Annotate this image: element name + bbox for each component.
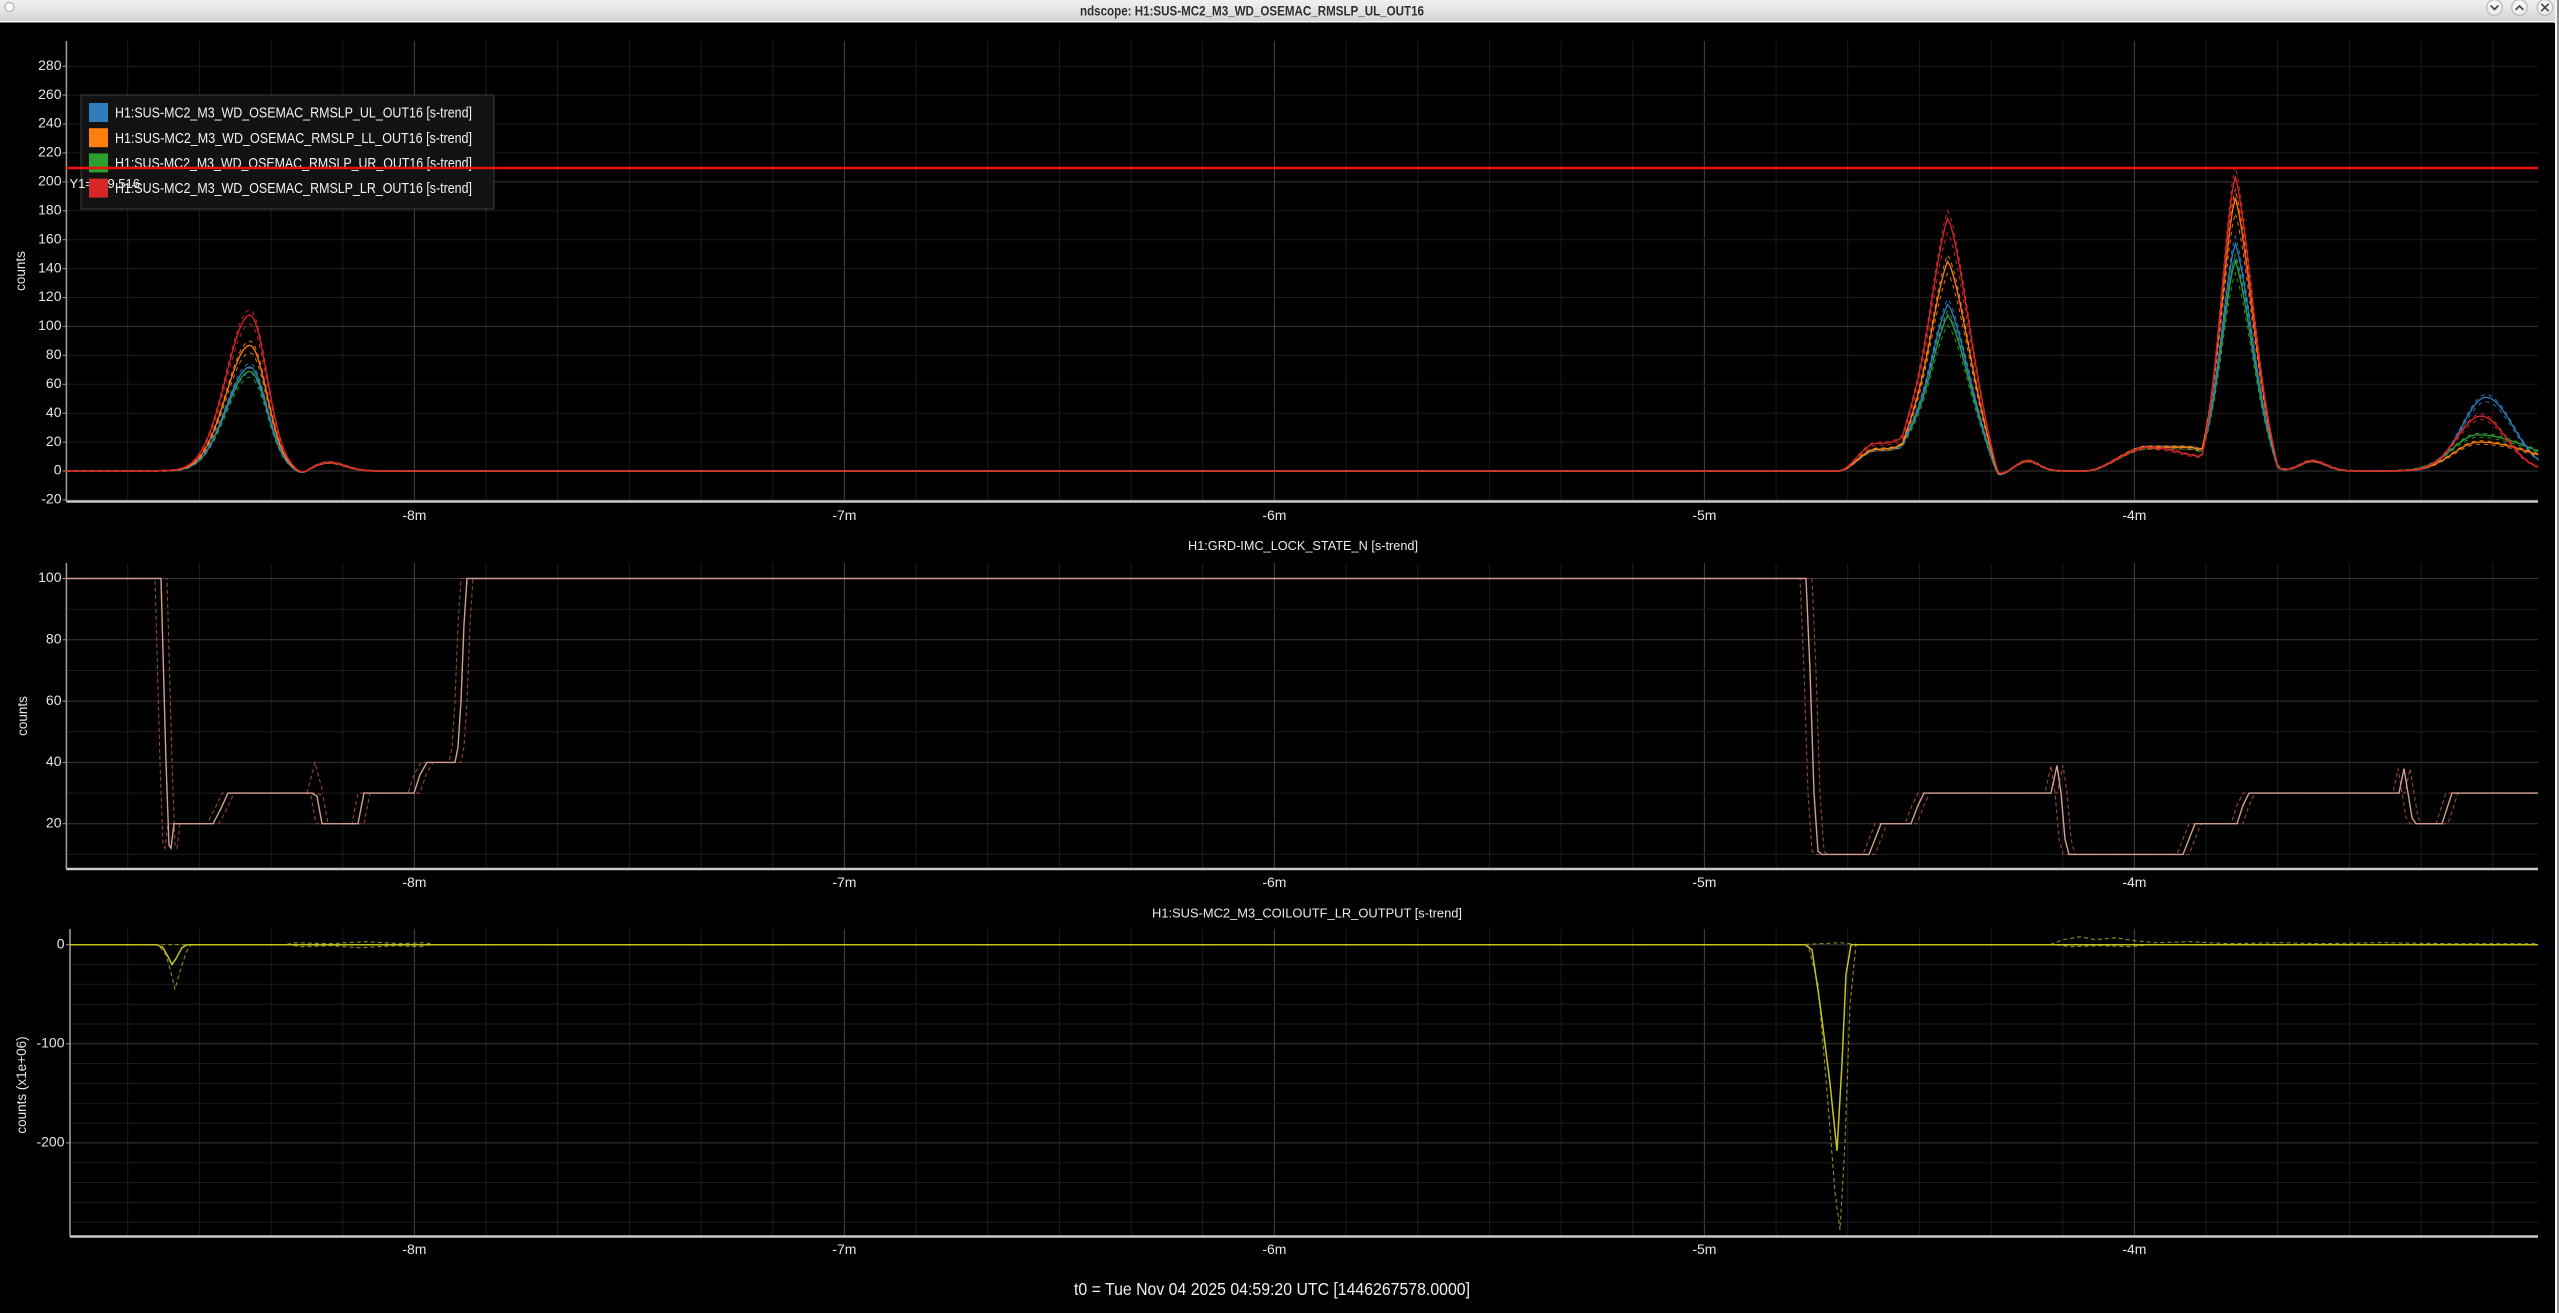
svg-text:-5m: -5m [1692,874,1716,890]
svg-text:20: 20 [46,814,62,830]
svg-text:-4m: -4m [2122,874,2146,890]
svg-text:-200: -200 [36,1134,64,1150]
svg-text:40: 40 [46,753,62,769]
svg-text:H1:SUS-MC2_M3_WD_OSEMAC_RMSLP_: H1:SUS-MC2_M3_WD_OSEMAC_RMSLP_LL_OUT16 [… [115,130,472,147]
svg-text:H1:SUS-MC2_M3_WD_OSEMAC_RMSLP_: H1:SUS-MC2_M3_WD_OSEMAC_RMSLP_UL_OUT16 [… [115,105,472,122]
svg-text:280: 280 [38,57,62,73]
svg-text:-20: -20 [41,491,61,507]
svg-text:200: 200 [38,173,62,189]
svg-text:-7m: -7m [832,1241,856,1257]
svg-text:60: 60 [46,692,62,708]
svg-text:0: 0 [57,935,65,951]
svg-text:-8m: -8m [402,874,426,890]
svg-text:counts: counts [13,251,28,291]
svg-text:H1:GRD-IMC_LOCK_STATE_N [s-tre: H1:GRD-IMC_LOCK_STATE_N [s-trend] [1188,538,1418,553]
svg-text:160: 160 [38,230,62,246]
svg-text:-7m: -7m [832,874,856,890]
svg-text:-6m: -6m [1262,1241,1286,1257]
svg-text:H1:SUS-MC2_M3_COILOUTF_LR_OUTP: H1:SUS-MC2_M3_COILOUTF_LR_OUTPUT [s-tren… [1152,906,1462,921]
svg-text:100: 100 [38,317,62,333]
svg-text:H1:SUS-MC2_M3_WD_OSEMAC_RMSLP_: H1:SUS-MC2_M3_WD_OSEMAC_RMSLP_LR_OUT16 [… [115,180,472,197]
svg-text:t0 = Tue Nov 04 2025 04:59:20: t0 = Tue Nov 04 2025 04:59:20 UTC [14462… [1074,1279,1470,1299]
svg-text:counts: counts [15,696,30,736]
svg-text:-100: -100 [36,1035,64,1051]
svg-text:220: 220 [38,144,62,160]
svg-text:H1:SUS-MC2_M3_WD_OSEMAC_RMSLP_: H1:SUS-MC2_M3_WD_OSEMAC_RMSLP_UR_OUT16 [… [115,155,472,172]
svg-text:-6m: -6m [1262,874,1286,890]
svg-text:-5m: -5m [1692,507,1716,523]
svg-text:40: 40 [46,404,62,420]
svg-text:ndscope: H1:SUS-MC2_M3_WD_OSEM: ndscope: H1:SUS-MC2_M3_WD_OSEMAC_RMSLP_U… [1080,3,1424,19]
svg-text:-4m: -4m [2122,1241,2146,1257]
svg-text:20: 20 [46,433,62,449]
svg-text:-7m: -7m [832,507,856,523]
svg-text:counts (x1e+06): counts (x1e+06) [14,1036,29,1133]
svg-text:120: 120 [38,288,62,304]
svg-text:240: 240 [38,115,62,131]
svg-text:-5m: -5m [1692,1241,1716,1257]
svg-text:-8m: -8m [402,1241,426,1257]
svg-text:140: 140 [38,259,62,275]
svg-text:0: 0 [54,462,62,478]
svg-text:180: 180 [38,202,62,218]
svg-text:-6m: -6m [1262,507,1286,523]
svg-text:60: 60 [46,375,62,391]
svg-text:100: 100 [38,569,62,585]
svg-text:80: 80 [46,346,62,362]
svg-text:260: 260 [38,86,62,102]
svg-text:80: 80 [46,631,62,647]
svg-text:-8m: -8m [402,507,426,523]
svg-text:-4m: -4m [2122,507,2146,523]
